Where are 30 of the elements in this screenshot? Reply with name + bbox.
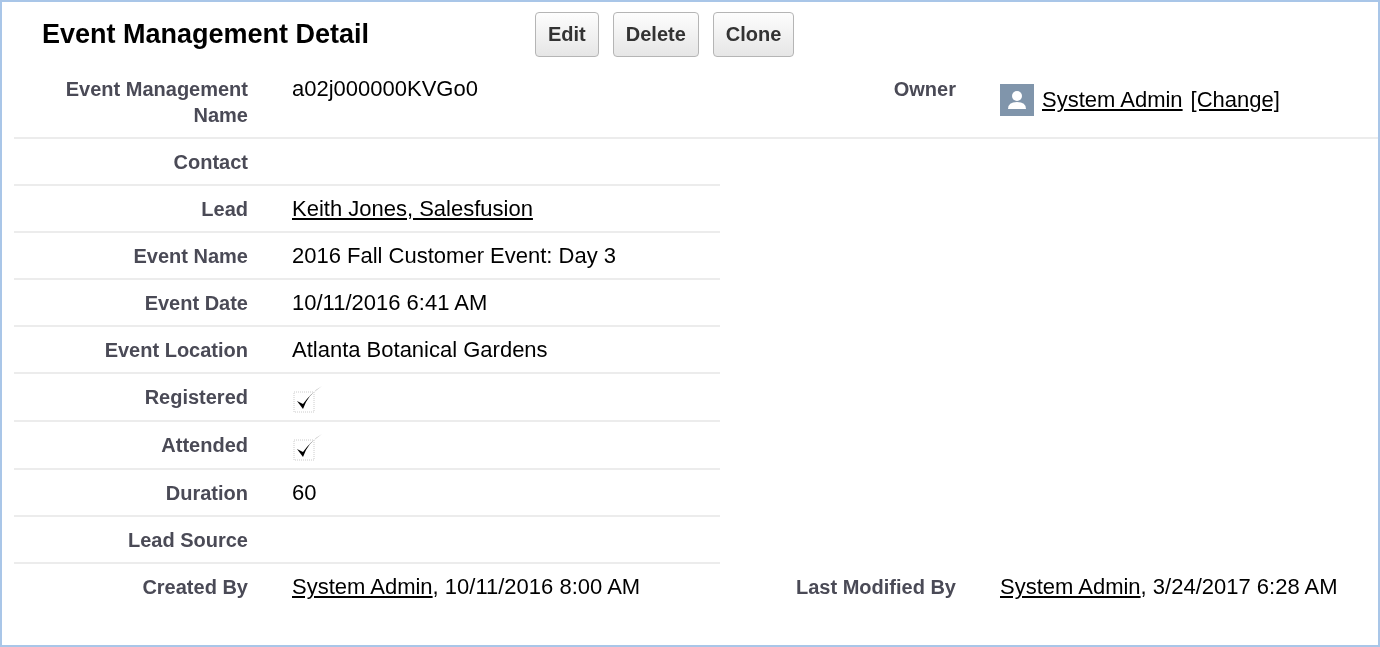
field-label: Contact — [173, 151, 248, 173]
user-link[interactable]: System Admin — [1000, 574, 1141, 599]
field-value: a02j000000KVGo0 — [292, 76, 478, 101]
action-button[interactable]: Clone — [712, 11, 795, 57]
field-value: Atlanta Botanical Gardens — [292, 337, 548, 362]
user-link[interactable]: System Admin — [1042, 85, 1183, 115]
field-label: Event Location — [104, 339, 248, 361]
user-link[interactable]: System Admin — [292, 574, 433, 599]
user-avatar-icon — [1000, 84, 1034, 116]
field-label: Last Modified By — [796, 576, 956, 598]
field-label: Event Name — [133, 245, 248, 267]
page-title: Event Management Detail — [42, 18, 371, 50]
action-button[interactable]: Edit — [535, 11, 599, 57]
field-label: Event Date — [144, 292, 248, 314]
field-label: Lead Source — [127, 529, 248, 551]
action-button[interactable]: Delete — [612, 11, 699, 57]
field-label: Registered — [144, 386, 248, 408]
field-label: Lead — [201, 198, 248, 220]
field-label: Owner — [893, 78, 956, 100]
field-value: , 10/11/2016 8:00 AM — [432, 574, 641, 599]
field-value: 2016 Fall Customer Event: Day 3 — [292, 243, 617, 268]
user-link[interactable]: [Change] — [1190, 85, 1280, 115]
field-label: Attended — [161, 434, 248, 456]
field-value: 10/11/2016 6:41 AM — [292, 290, 488, 315]
user-link[interactable]: Keith Jones, Salesfusion — [292, 196, 533, 221]
field-label: Created By — [142, 576, 248, 598]
field-value: 60 — [292, 480, 317, 505]
field-label: Duration — [165, 482, 248, 504]
field-value: , 3/24/2017 6:28 AM — [1140, 574, 1338, 599]
field-label: Event Management Name — [65, 78, 248, 126]
